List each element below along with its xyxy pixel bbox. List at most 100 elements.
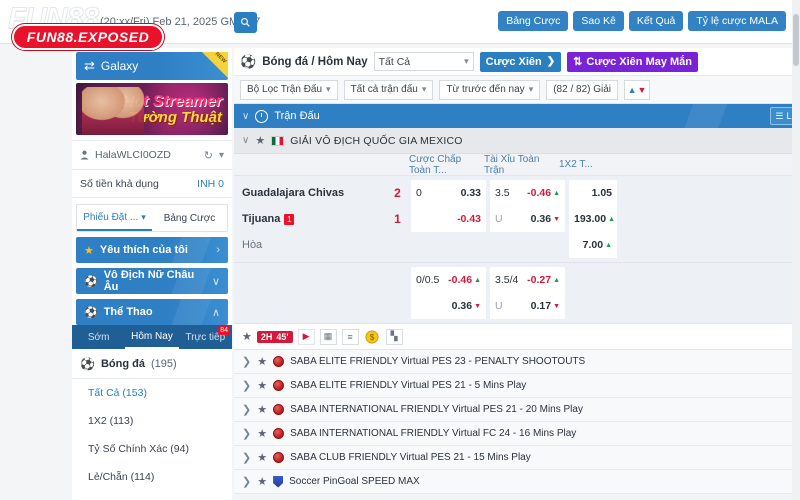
- layout-toggle-button[interactable]: ☰ L...: [770, 107, 792, 125]
- pitch-grid-icon[interactable]: ▦: [319, 328, 337, 345]
- x12-draw-cell[interactable]: 7.00 ▲: [569, 232, 617, 258]
- sidebar-subitem-1x2[interactable]: 1X2 (113): [72, 407, 232, 435]
- coin-icon[interactable]: $: [363, 328, 381, 345]
- sidebar-subitem-correct-score[interactable]: Tỷ Số Chính Xác (94): [72, 435, 232, 463]
- hot-streamer-banner[interactable]: Hot Streamer Tường Thuật: [76, 83, 228, 135]
- match-filter-button[interactable]: Bộ Lọc Trận Đấu ▾: [240, 79, 338, 100]
- x12-away-cell[interactable]: 193.00 ▲: [569, 206, 617, 232]
- tab-early[interactable]: Sớm: [72, 325, 125, 349]
- ht-handicap-home-cell[interactable]: 0/0.5 -0.46 ▲: [411, 267, 486, 293]
- lucky-parlay-label: Cược Xiên May Mắn: [586, 55, 693, 68]
- odds-block-fulltime: Guadalajara Chivas 2 0 0.33 3.5 -0.46 ▲ …: [234, 176, 792, 263]
- chevron-down-icon: ▾: [528, 84, 534, 94]
- virtual-league-label: SABA CLUB FRIENDLY Virtual PES 21 - 15 M…: [290, 452, 531, 463]
- handicap-home-cell[interactable]: 0 0.33: [411, 180, 486, 206]
- chevron-right-icon[interactable]: ❯: [242, 427, 251, 440]
- lucky-parlay-button[interactable]: ⇅ Cược Xiên May Mắn: [567, 51, 699, 72]
- chevron-down-icon[interactable]: ∨: [242, 111, 249, 122]
- x12-home-cell[interactable]: 1.05: [569, 180, 617, 206]
- star-icon[interactable]: ★: [255, 134, 265, 147]
- sidebar-item-favorites[interactable]: ★ Yêu thích của tôi ›: [76, 237, 228, 263]
- home-team-name: Guadalajara Chivas: [242, 187, 345, 199]
- star-icon[interactable]: ★: [242, 330, 252, 343]
- sidebar-item-sports[interactable]: ⚽ Thể Thao ∧: [76, 299, 228, 325]
- handicap-away-cell[interactable]: -0.43: [411, 206, 486, 232]
- star-icon[interactable]: ★: [257, 451, 267, 464]
- time-range-button[interactable]: Từ trước đến nay ▾: [439, 79, 541, 100]
- search-icon: [241, 18, 250, 27]
- user-account-row[interactable]: HalaWLCI0OZD ↻ ▾: [72, 140, 232, 170]
- trophy-ball-icon: ⚽: [84, 275, 98, 288]
- tab-today[interactable]: Hôm Nay: [125, 325, 179, 349]
- star-icon[interactable]: ★: [257, 403, 267, 416]
- chevron-right-icon[interactable]: ❯: [242, 379, 251, 392]
- page-title: Bóng đá / Hôm Nay: [262, 55, 368, 68]
- sidebar-sport-header[interactable]: ⚽ Bóng đá (195): [72, 349, 232, 379]
- mexico-flag-icon: [271, 135, 285, 146]
- soccer-ball-icon: ⚽: [240, 53, 257, 69]
- overunder-under-cell[interactable]: U 0.36 ▼: [490, 206, 565, 232]
- list-item[interactable]: ❯ ★ SABA ELITE FRIENDLY Virtual PES 21 -…: [234, 374, 792, 398]
- all-matches-button[interactable]: Tất cả trận đấu ▾: [343, 79, 434, 100]
- galaxy-promo-banner[interactable]: ⇄ Galaxy NEW: [76, 52, 228, 80]
- draw-label: Hòa: [242, 239, 263, 251]
- list-item[interactable]: ❯ ★ SABA ELITE FRIENDLY Virtual PES 23 -…: [234, 350, 792, 374]
- star-icon[interactable]: ★: [257, 427, 267, 440]
- virtual-league-label: SABA ELITE FRIENDLY Virtual PES 21 - 5 M…: [290, 380, 527, 391]
- sidebar-subitem-odd-even[interactable]: Lẻ/Chẵn (114): [72, 463, 232, 491]
- galaxy-label: Galaxy: [100, 59, 139, 73]
- refresh-icon[interactable]: ↻: [204, 149, 213, 162]
- results-button[interactable]: Kết Quả: [628, 11, 684, 31]
- statement-button[interactable]: Sao Kê: [573, 11, 624, 31]
- sidebar-sport-count: (195): [150, 357, 177, 370]
- ht-handicap-away-cell[interactable]: 0.36 ▼: [411, 293, 486, 319]
- star-icon[interactable]: ★: [257, 379, 267, 392]
- sidebar-item-euro-women[interactable]: ⚽ Vô Địch Nữ Châu Âu ∨: [76, 268, 228, 294]
- tab-live[interactable]: Trực tiếp 84: [179, 325, 232, 349]
- league-count-button[interactable]: (82 / 82) Giải: [546, 79, 619, 100]
- chevron-down-icon[interactable]: ∨: [242, 135, 249, 146]
- chevron-right-icon[interactable]: ❯: [242, 475, 251, 488]
- sort-button[interactable]: ▲ ▼: [624, 79, 651, 100]
- play-icon[interactable]: ▶: [297, 328, 315, 345]
- trend-up-icon: ▲: [474, 276, 481, 284]
- red-ball-icon: [273, 356, 285, 367]
- sidebar-item-euro-women-label: Vô Địch Nữ Châu Âu: [103, 269, 195, 293]
- parlay-label: Cược Xiên: [485, 55, 542, 68]
- soccer-ball-icon: ⚽: [80, 356, 95, 371]
- search-button[interactable]: [234, 12, 257, 33]
- match-section-header[interactable]: ∨ Trận Đấu ☰ L...: [234, 104, 792, 128]
- list-item[interactable]: ❯ ★ SABA INTERNATIONAL FRIENDLY Virtual …: [234, 398, 792, 422]
- away-team-name: Tijuana: [242, 213, 281, 225]
- scrollbar-thumb[interactable]: [793, 14, 799, 66]
- list-item[interactable]: ❯ ★ SABA INTERNATIONAL FRIENDLY Virtual …: [234, 422, 792, 446]
- list-item[interactable]: ❯ ★ SABA CLUB FRIENDLY Virtual PES 21 - …: [234, 446, 792, 470]
- ht-overunder-over-cell[interactable]: 3.5/4 -0.27 ▲: [490, 267, 565, 293]
- virtual-league-label: SABA INTERNATIONAL FRIENDLY Virtual PES …: [290, 404, 583, 415]
- chevron-down-icon[interactable]: ▾: [219, 150, 224, 161]
- stats-icon[interactable]: ▚: [385, 328, 403, 345]
- sidebar-subitem-all[interactable]: Tất Cả (153): [72, 379, 232, 407]
- chevron-right-icon[interactable]: ❯: [242, 355, 251, 368]
- league-header-row[interactable]: ∨ ★ GIẢI VÔ ĐỊCH QUỐC GIA MEXICO: [234, 128, 792, 154]
- tab-bet-board[interactable]: Bảng Cược: [152, 205, 227, 231]
- chevron-right-icon[interactable]: ❯: [242, 403, 251, 416]
- chevron-right-icon[interactable]: ❯: [242, 451, 251, 464]
- odds-type-button[interactable]: Tỷ lệ cược MALA: [688, 11, 786, 31]
- list-icon[interactable]: ≡: [341, 328, 359, 345]
- vertical-scrollbar[interactable]: [792, 0, 800, 500]
- star-icon[interactable]: ★: [257, 355, 267, 368]
- bet-slip-tabs: Phiếu Đặt ... ▾ Bảng Cược: [76, 204, 228, 232]
- trend-down-icon: ▼: [474, 302, 481, 310]
- star-icon[interactable]: ★: [257, 475, 267, 488]
- league-select[interactable]: Tất Cả ▾: [373, 52, 474, 71]
- overunder-over-cell[interactable]: 3.5 -0.46 ▲: [490, 180, 565, 206]
- column-1x2: 1X2 T...: [559, 159, 593, 170]
- parlay-button[interactable]: Cược Xiên ❯: [479, 51, 562, 72]
- tab-bet-slip[interactable]: Phiếu Đặt ... ▾: [77, 205, 152, 231]
- list-item[interactable]: ❯ ★ Soccer PinGoal SPEED MAX: [234, 470, 792, 494]
- column-overunder: Tài Xỉu Toàn Trận: [484, 153, 540, 176]
- ht-overunder-under-cell[interactable]: U 0.17 ▼: [490, 293, 565, 319]
- bet-slip-button[interactable]: Bảng Cược: [498, 11, 569, 31]
- odds-row-ht-over: 0/0.5 -0.46 ▲ 3.5/4 -0.27 ▲: [234, 267, 792, 293]
